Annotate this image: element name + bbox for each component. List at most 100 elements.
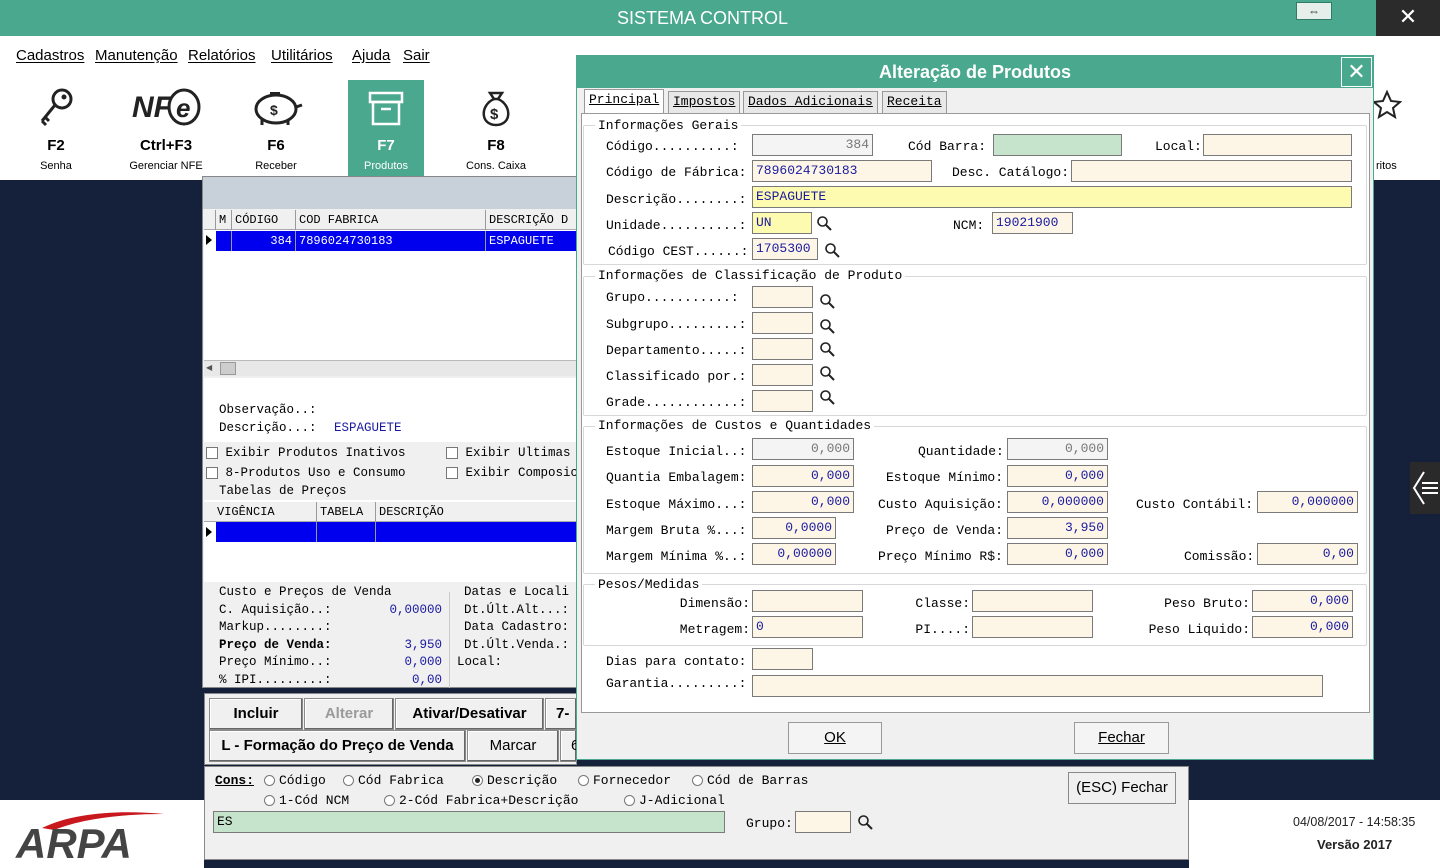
col-tabela[interactable]: TABELA [317,502,376,522]
col-codigo[interactable]: CÓDIGO [232,210,296,230]
check-composicao[interactable]: Exibir Composic [446,466,578,480]
horizontal-scrollbar[interactable]: ◀ [204,360,577,376]
radio-descricao[interactable]: Descrição [472,773,557,788]
radio-cod-fabrica-descricao[interactable]: 2-Cód Fabrica+Descrição [384,793,578,808]
tool-favoritos-partial-label[interactable]: ritos [1376,160,1397,172]
garantia-field[interactable] [752,675,1323,697]
close-icon[interactable]: ✕ [1376,0,1440,36]
radio[interactable] [472,775,483,787]
fechar-button[interactable]: Fechar [1074,722,1169,754]
col-vigencia[interactable]: VIGÊNCIA [214,502,317,522]
radio[interactable] [384,795,395,807]
local-field[interactable] [1203,134,1352,156]
checkbox[interactable] [446,466,458,479]
button-7-partial[interactable]: 7-D [545,698,577,730]
metragem-field[interactable]: 0 [752,616,863,638]
col-m[interactable]: M [216,210,232,230]
custo-aquisicao-field[interactable]: 0,000000 [1007,491,1108,513]
formacao-preco-button[interactable]: L - Formação do Preço de Venda [209,730,466,762]
ncm-field[interactable]: 19021900 [992,212,1073,234]
tool-senha-button[interactable]: F2 Senha [18,80,94,178]
desc-catalogo-field[interactable] [1071,160,1352,182]
estoque-maximo-field[interactable]: 0,000 [752,491,854,513]
dimensao-field[interactable] [752,590,863,612]
search-icon[interactable] [819,389,835,405]
subgrupo-field[interactable] [752,312,813,334]
classificado-por-field[interactable] [752,364,813,386]
search-icon[interactable] [824,242,840,258]
table-row[interactable] [216,522,577,542]
search-icon[interactable] [819,341,835,357]
tab-dados-adicionais[interactable]: Dados Adicionais [743,91,878,113]
search-input[interactable]: ES [213,811,725,833]
checkbox[interactable] [206,466,218,479]
button-6-partial[interactable]: 6 [560,730,577,762]
radio[interactable] [264,795,275,807]
classe-field[interactable] [972,590,1093,612]
checkbox[interactable] [206,446,218,459]
radio-cod-fabrica[interactable]: Cód Fabrica [343,773,444,788]
radio-cod-ncm[interactable]: 1-Cód NCM [264,793,349,808]
codigo-field[interactable]: 384 [752,134,873,156]
menu-relatorios[interactable]: Relatórios [188,47,256,64]
preco-minimo-field[interactable]: 0,000 [1007,543,1108,565]
dias-contato-field[interactable] [752,648,813,670]
table-row[interactable]: 384 7896024730183 ESPAGUETE [216,231,577,251]
cest-field[interactable]: 1705300 [752,238,818,260]
esc-fechar-button[interactable]: (ESC) Fechar [1068,772,1176,804]
grupo-field[interactable] [752,286,813,308]
tool-nfe-button[interactable]: NF e Ctrl+F3 Gerenciar NFE [128,80,204,178]
menu-utilitarios[interactable]: Utilitários [271,47,333,64]
margem-minima-field[interactable]: 0,00000 [752,543,836,565]
custo-contabil-field[interactable]: 0,000000 [1257,491,1358,513]
radio[interactable] [578,775,589,787]
cod-fabrica-field[interactable]: 7896024730183 [752,160,932,182]
search-icon[interactable] [857,814,873,830]
tool-produtos-button[interactable]: F7 Produtos [348,80,424,178]
menu-sair[interactable]: Sair [403,47,430,64]
tabelas-grid[interactable]: VIGÊNCIA TABELA DESCRIÇÃO [204,500,577,582]
menu-cadastros[interactable]: Cadastros [16,47,84,64]
comissao-field[interactable]: 0,00 [1257,543,1358,565]
radio-adicional[interactable]: J-Adicional [624,793,725,808]
tool-cons-caixa-button[interactable]: $ F8 Cons. Caixa [458,80,534,178]
col-descricao[interactable]: DESCRIÇÃO [376,502,577,522]
radio[interactable] [624,795,635,807]
checkbox[interactable] [446,446,458,459]
col-cod-fabrica[interactable]: COD FABRICA [296,210,486,230]
search-icon[interactable] [816,215,832,231]
star-icon[interactable] [1371,86,1403,122]
estoque-inicial-field[interactable]: 0,000 [752,438,854,460]
products-grid[interactable]: M CÓDIGO COD FABRICA DESCRIÇÃO D 384 789… [204,210,577,376]
unidade-field[interactable]: UN [752,212,812,234]
radio-codigo[interactable]: Código [264,773,326,788]
menu-ajuda[interactable]: Ajuda [352,47,390,64]
quantidade-field[interactable]: 0,000 [1007,438,1108,460]
marcar-button[interactable]: Marcar [467,730,559,762]
cod-barra-field[interactable] [993,134,1122,156]
search-icon[interactable] [819,293,835,309]
radio-cod-barras[interactable]: Cód de Barras [692,773,808,788]
peso-bruto-field[interactable]: 0,000 [1252,590,1353,612]
preco-venda-field[interactable]: 3,950 [1007,517,1108,539]
descricao-field[interactable]: ESPAGUETE [752,186,1352,208]
check-uso-consumo[interactable]: 8-Produtos Uso e Consumo [206,466,406,480]
ativar-desativar-button[interactable]: Ativar/Desativar [395,698,544,730]
grade-field[interactable] [752,390,813,412]
check-ultimas[interactable]: Exibir Ultimas [446,446,571,460]
quantia-embalagem-field[interactable]: 0,000 [752,465,854,487]
tab-receita[interactable]: Receita [882,91,947,113]
peso-liquido-field[interactable]: 0,000 [1252,616,1353,638]
tab-impostos[interactable]: Impostos [668,91,741,113]
alterar-button[interactable]: Alterar [304,698,394,730]
restore-icon[interactable]: ⇔ [1296,2,1332,20]
radio[interactable] [692,775,703,787]
search-icon[interactable] [819,365,835,381]
tool-receber-button[interactable]: $ F6 Receber [238,80,314,178]
incluir-button[interactable]: Incluir [209,698,303,730]
ok-button[interactable]: OK [788,722,882,754]
grupo-input[interactable] [795,811,851,833]
col-descricao[interactable]: DESCRIÇÃO D [486,210,577,230]
radio[interactable] [343,775,354,787]
departamento-field[interactable] [752,338,813,360]
